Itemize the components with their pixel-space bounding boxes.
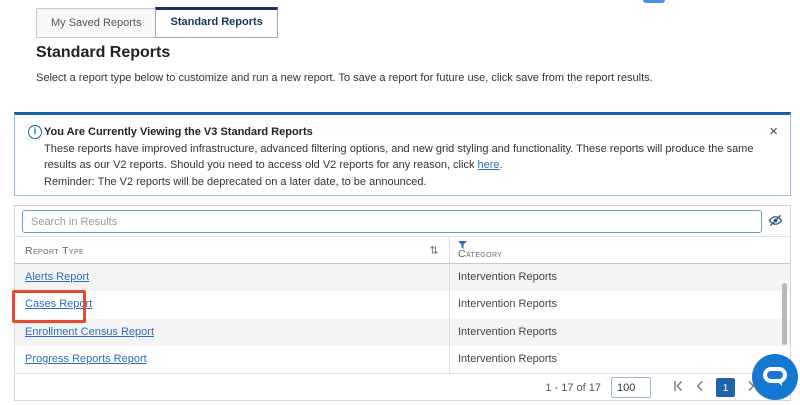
column-header-category[interactable]: Category [449, 237, 790, 263]
reports-grid: Report Type ⇅ Category Alerts Report Int… [14, 205, 791, 401]
report-type-header-label: Report Type [25, 245, 85, 257]
table-row: Cases Report Intervention Reports [15, 291, 790, 319]
standard-reports-page: My Saved Reports Standard Reports Standa… [0, 0, 800, 405]
chat-button[interactable] [752, 354, 798, 400]
banner-title: You Are Currently Viewing the V3 Standar… [44, 126, 313, 138]
eye-slash-icon[interactable] [768, 213, 783, 228]
alerts-report-link[interactable]: Alerts Report [25, 271, 89, 283]
cases-report-link[interactable]: Cases Report [25, 298, 92, 310]
v2-reports-link[interactable]: here [478, 159, 500, 171]
filter-applied-icon [458, 240, 467, 249]
grid-search-row [15, 206, 790, 236]
chat-bubble-icon [763, 367, 787, 386]
banner-body-period: . [499, 158, 503, 171]
table-header-row: Report Type ⇅ Category [15, 236, 790, 264]
pager-range-label: 1 - 17 of 17 [545, 381, 601, 394]
tab-standard-reports[interactable]: Standard Reports [155, 7, 278, 38]
enrollment-census-report-link[interactable]: Enrollment Census Report [25, 326, 154, 338]
info-icon: i [28, 125, 42, 139]
table-row: Progress Reports Report Intervention Rep… [15, 346, 790, 373]
progress-reports-report-link[interactable]: Progress Reports Report [25, 353, 147, 365]
report-tabs: My Saved Reports Standard Reports [36, 7, 278, 38]
report-type-cell: Alerts Report [15, 264, 449, 291]
table-row: Enrollment Census Report Intervention Re… [15, 319, 790, 346]
search-input[interactable] [22, 210, 762, 233]
banner-body: These reports have improved infrastructu… [44, 142, 754, 174]
prev-page-button[interactable] [694, 380, 706, 395]
first-page-button[interactable] [672, 380, 684, 395]
category-cell: Intervention Reports [449, 291, 790, 319]
v3-info-banner: i You Are Currently Viewing the V3 Stand… [14, 112, 791, 196]
category-cell: Intervention Reports [449, 319, 790, 346]
category-cell: Intervention Reports [449, 264, 790, 291]
pager: 1 - 17 of 17 1 [15, 373, 790, 401]
chevron-left-icon [694, 380, 706, 395]
first-page-icon [672, 380, 684, 395]
report-type-cell: Enrollment Census Report [15, 319, 449, 346]
close-icon: × [769, 123, 778, 140]
page-size-input[interactable] [611, 377, 651, 398]
report-type-cell: Cases Report [15, 291, 449, 319]
page-subtitle: Select a report type below to customize … [36, 72, 653, 84]
table-scrollbar[interactable] [782, 283, 787, 345]
clipped-top-button [643, 0, 665, 3]
column-header-report-type[interactable]: Report Type ⇅ [15, 237, 449, 263]
tab-my-saved-reports[interactable]: My Saved Reports [36, 8, 157, 38]
banner-reminder: Reminder: The V2 reports will be depreca… [44, 176, 427, 188]
table-row: Alerts Report Intervention Reports [15, 264, 790, 291]
banner-body-text: These reports have improved infrastructu… [44, 143, 754, 171]
banner-close-button[interactable]: × [769, 123, 778, 140]
sort-icon[interactable]: ⇅ [429, 244, 439, 257]
page-title: Standard Reports [36, 44, 171, 61]
category-cell: Intervention Reports [449, 346, 790, 373]
category-header-label: Category [458, 248, 503, 260]
page-1-button[interactable]: 1 [716, 378, 735, 397]
report-type-cell: Progress Reports Report [15, 346, 449, 373]
